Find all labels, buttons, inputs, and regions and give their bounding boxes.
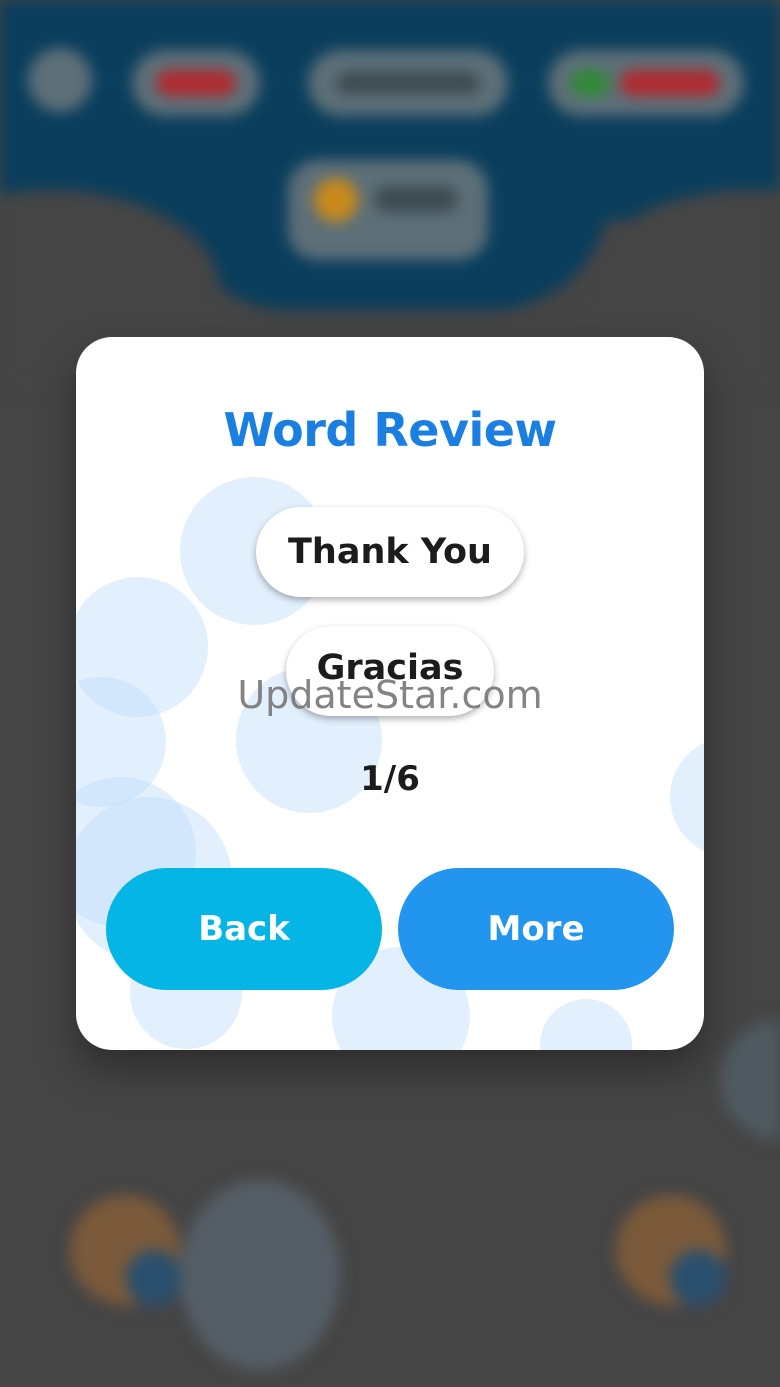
back-button[interactable]: Back bbox=[106, 868, 382, 990]
background-flag-pill bbox=[548, 50, 744, 116]
watermark-text: UpdateStar.com bbox=[237, 673, 543, 717]
background-center-blob bbox=[180, 1180, 340, 1370]
dialog-title: Word Review bbox=[223, 403, 557, 457]
review-counter: 1/6 bbox=[360, 759, 420, 799]
word-review-dialog: Word Review Thank You Gracias UpdateStar… bbox=[76, 337, 704, 1050]
more-button[interactable]: More bbox=[398, 868, 674, 990]
background-coin-pill bbox=[288, 160, 488, 260]
word-chip: Thank You bbox=[256, 507, 524, 597]
background-right-edge-blob bbox=[720, 1020, 780, 1140]
background-stat-pill bbox=[132, 50, 260, 116]
background-menu-icon bbox=[28, 48, 92, 112]
background-level-pill bbox=[308, 50, 508, 116]
background-left-badge bbox=[126, 1250, 182, 1306]
decor-bubble bbox=[540, 999, 632, 1050]
background-right-badge bbox=[670, 1250, 726, 1306]
